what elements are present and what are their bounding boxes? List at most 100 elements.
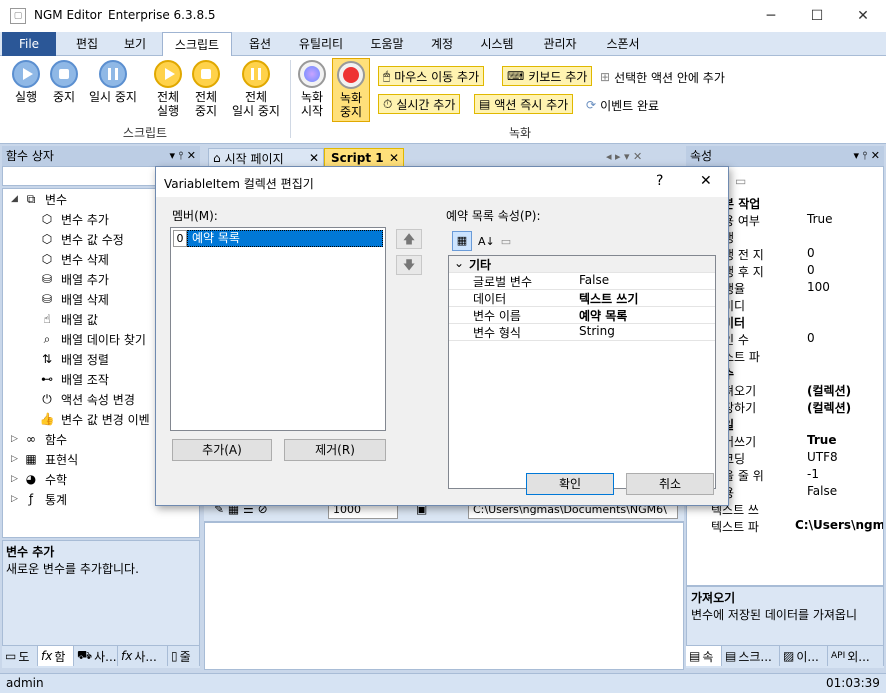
play-all-icon: [154, 60, 182, 88]
menu-utility[interactable]: 유틸리티: [290, 32, 352, 56]
mouse-move-add-button[interactable]: 🖱 마우스 이동 추가: [378, 66, 485, 86]
close-icon[interactable]: ✕: [389, 151, 399, 165]
tab-left-1[interactable]: fx 함: [38, 646, 74, 666]
menu-sponsor[interactable]: 스폰서: [596, 32, 650, 56]
realtime-add-button[interactable]: ⏱ 실시간 추가: [378, 94, 461, 114]
dialog-close-button[interactable]: ✕: [700, 173, 712, 189]
stop-label: 중지: [52, 90, 76, 104]
tab-left-0[interactable]: ▭ 도: [2, 646, 38, 666]
menu-admin[interactable]: 관리자: [532, 32, 588, 56]
list-item[interactable]: 0 예약 목록: [173, 230, 383, 247]
tab-left-2[interactable]: ⛟ 사...: [74, 646, 118, 666]
keyboard-add-button[interactable]: ⌨ 키보드 추가: [502, 66, 593, 86]
move-up-button[interactable]: 🡅: [396, 229, 422, 249]
stop-button[interactable]: 중지: [46, 60, 82, 104]
properties-header: 속성 ▾ ⫯ ✕: [686, 146, 884, 166]
action-now-add-button[interactable]: ▤ 액션 즉시 추가: [474, 94, 574, 114]
tab-left-2-label: 사...: [94, 649, 117, 664]
categorized-icon[interactable]: ▦: [452, 231, 472, 251]
all-stop-button[interactable]: 전체 중지: [188, 60, 224, 118]
expand-arrow-icon[interactable]: ▷: [11, 494, 23, 504]
collapse-icon[interactable]: ⌄: [449, 256, 469, 272]
title-bar: ▢ NGM Editor Enterprise 6.3.8.5 ─ ☐ ✕: [0, 0, 886, 32]
add-button[interactable]: 추가(A): [172, 439, 272, 461]
property-row[interactable]: 글로벌 변수 False: [449, 273, 715, 290]
status-bar: admin 01:03:39: [0, 673, 886, 693]
pause-button[interactable]: 일시 중지: [84, 60, 142, 104]
menu-help[interactable]: 도움말: [362, 32, 412, 56]
expand-arrow-icon[interactable]: ▷: [11, 474, 23, 484]
cancel-button[interactable]: 취소: [626, 473, 714, 495]
tab-left-4[interactable]: ▯ 줄: [168, 646, 200, 666]
power-icon: ⏻: [42, 391, 52, 406]
cube-add-icon: ⬡: [41, 212, 53, 226]
ok-button[interactable]: 확인: [526, 473, 614, 495]
minimize-button[interactable]: ─: [748, 0, 794, 32]
add-in-action-button[interactable]: ⊞ 선택한 액션 안에 추가: [600, 66, 725, 88]
remove-button[interactable]: 제거(R): [284, 439, 386, 461]
tree-item-label: 배열 추가: [61, 272, 109, 287]
all-pause-button[interactable]: 전체 일시 중지: [228, 60, 284, 118]
tab-left-3[interactable]: fx 사...: [118, 646, 168, 666]
script-editor[interactable]: [204, 522, 684, 670]
tab-start-page[interactable]: ⌂ 시작 페이지 ✕: [208, 148, 324, 168]
tab-nav-icon[interactable]: ◂ ▸ ▾ ✕: [606, 150, 642, 163]
menu-edit[interactable]: 편집: [66, 32, 108, 56]
menu-file[interactable]: File: [2, 32, 56, 56]
maximize-button[interactable]: ☐: [794, 0, 840, 32]
property-value: [803, 229, 883, 246]
nested-icon: ⊞: [600, 70, 611, 84]
menu-options[interactable]: 옵션: [240, 32, 280, 56]
panel-controls-icon[interactable]: ▾ ⫯ ✕: [169, 146, 196, 166]
prop-desc-text: 변수에 저장된 데이터를 가져옵니: [691, 608, 858, 622]
rec-stop-label-1: 녹화: [339, 91, 363, 105]
menu-view[interactable]: 보기: [114, 32, 156, 56]
api-icon: API: [831, 651, 846, 661]
help-button[interactable]: ?: [656, 173, 663, 189]
move-down-button[interactable]: 🡇: [396, 255, 422, 275]
property-row[interactable]: 데이터 텍스트 쓰기: [449, 290, 715, 307]
tree-item-label: 배열 데이타 찾기: [61, 332, 146, 347]
all-run-button[interactable]: 전체 실행: [150, 60, 186, 118]
collapse-arrow-icon[interactable]: ◢: [11, 194, 23, 204]
property-row[interactable]: 변수 이름 예약 목록: [449, 307, 715, 324]
tab-script-1[interactable]: Script 1 ✕: [324, 148, 404, 168]
tab-right-1[interactable]: ▤ 스크...: [722, 646, 780, 666]
all-run-label-1: 전체: [156, 90, 180, 104]
menu-account[interactable]: 계정: [422, 32, 462, 56]
record-stop-button[interactable]: 녹화 중지: [332, 58, 370, 122]
close-button[interactable]: ✕: [840, 0, 886, 32]
property-key: 일: [723, 416, 803, 433]
tree-item-label: 변수: [45, 192, 68, 207]
pause-all-icon: [242, 60, 270, 88]
all-stop-label-2: 중지: [194, 104, 218, 118]
tree-item-label: 액션 속성 변경: [61, 392, 135, 407]
menu-system[interactable]: 시스템: [472, 32, 522, 56]
arrow-down-icon: 🡇: [402, 258, 416, 272]
category-row[interactable]: ⌄ 기타: [449, 256, 715, 273]
property-row[interactable]: 텍스트 파 C:\Users\ngma: [687, 518, 883, 535]
members-list[interactable]: 0 예약 목록: [170, 227, 386, 431]
expand-arrow-icon[interactable]: ▷: [11, 434, 23, 444]
panel-controls-icon[interactable]: ▾ ⫯ ✕: [853, 146, 880, 166]
tab-right-2[interactable]: ▨ 이...: [780, 646, 828, 666]
property-value: [803, 297, 883, 314]
property-value: [803, 348, 883, 365]
property-key: 용 여부: [723, 214, 760, 228]
run-button[interactable]: 실행: [6, 60, 46, 104]
play-icon: [12, 60, 40, 88]
keyboard-add-label: 키보드 추가: [528, 69, 588, 84]
expand-arrow-icon[interactable]: ▷: [11, 454, 23, 464]
close-icon[interactable]: ✕: [309, 151, 319, 165]
event-done-button[interactable]: ⟳ 이벤트 완료: [586, 94, 659, 116]
record-start-button[interactable]: 녹화 시작: [296, 60, 328, 118]
tab-right-3[interactable]: API 외...: [828, 646, 884, 666]
tree-item-label: 배열 정렬: [61, 352, 109, 367]
property-row[interactable]: 변수 형식 String: [449, 324, 715, 341]
tab-right-0[interactable]: ▤ 속: [686, 646, 722, 666]
property-pages-icon[interactable]: ▭: [735, 174, 746, 188]
property-value: UTF8: [807, 450, 838, 464]
menu-script[interactable]: 스크립트: [162, 32, 232, 57]
alphabetical-icon[interactable]: A↓: [478, 235, 495, 248]
property-pages-icon[interactable]: ▭: [501, 235, 511, 248]
